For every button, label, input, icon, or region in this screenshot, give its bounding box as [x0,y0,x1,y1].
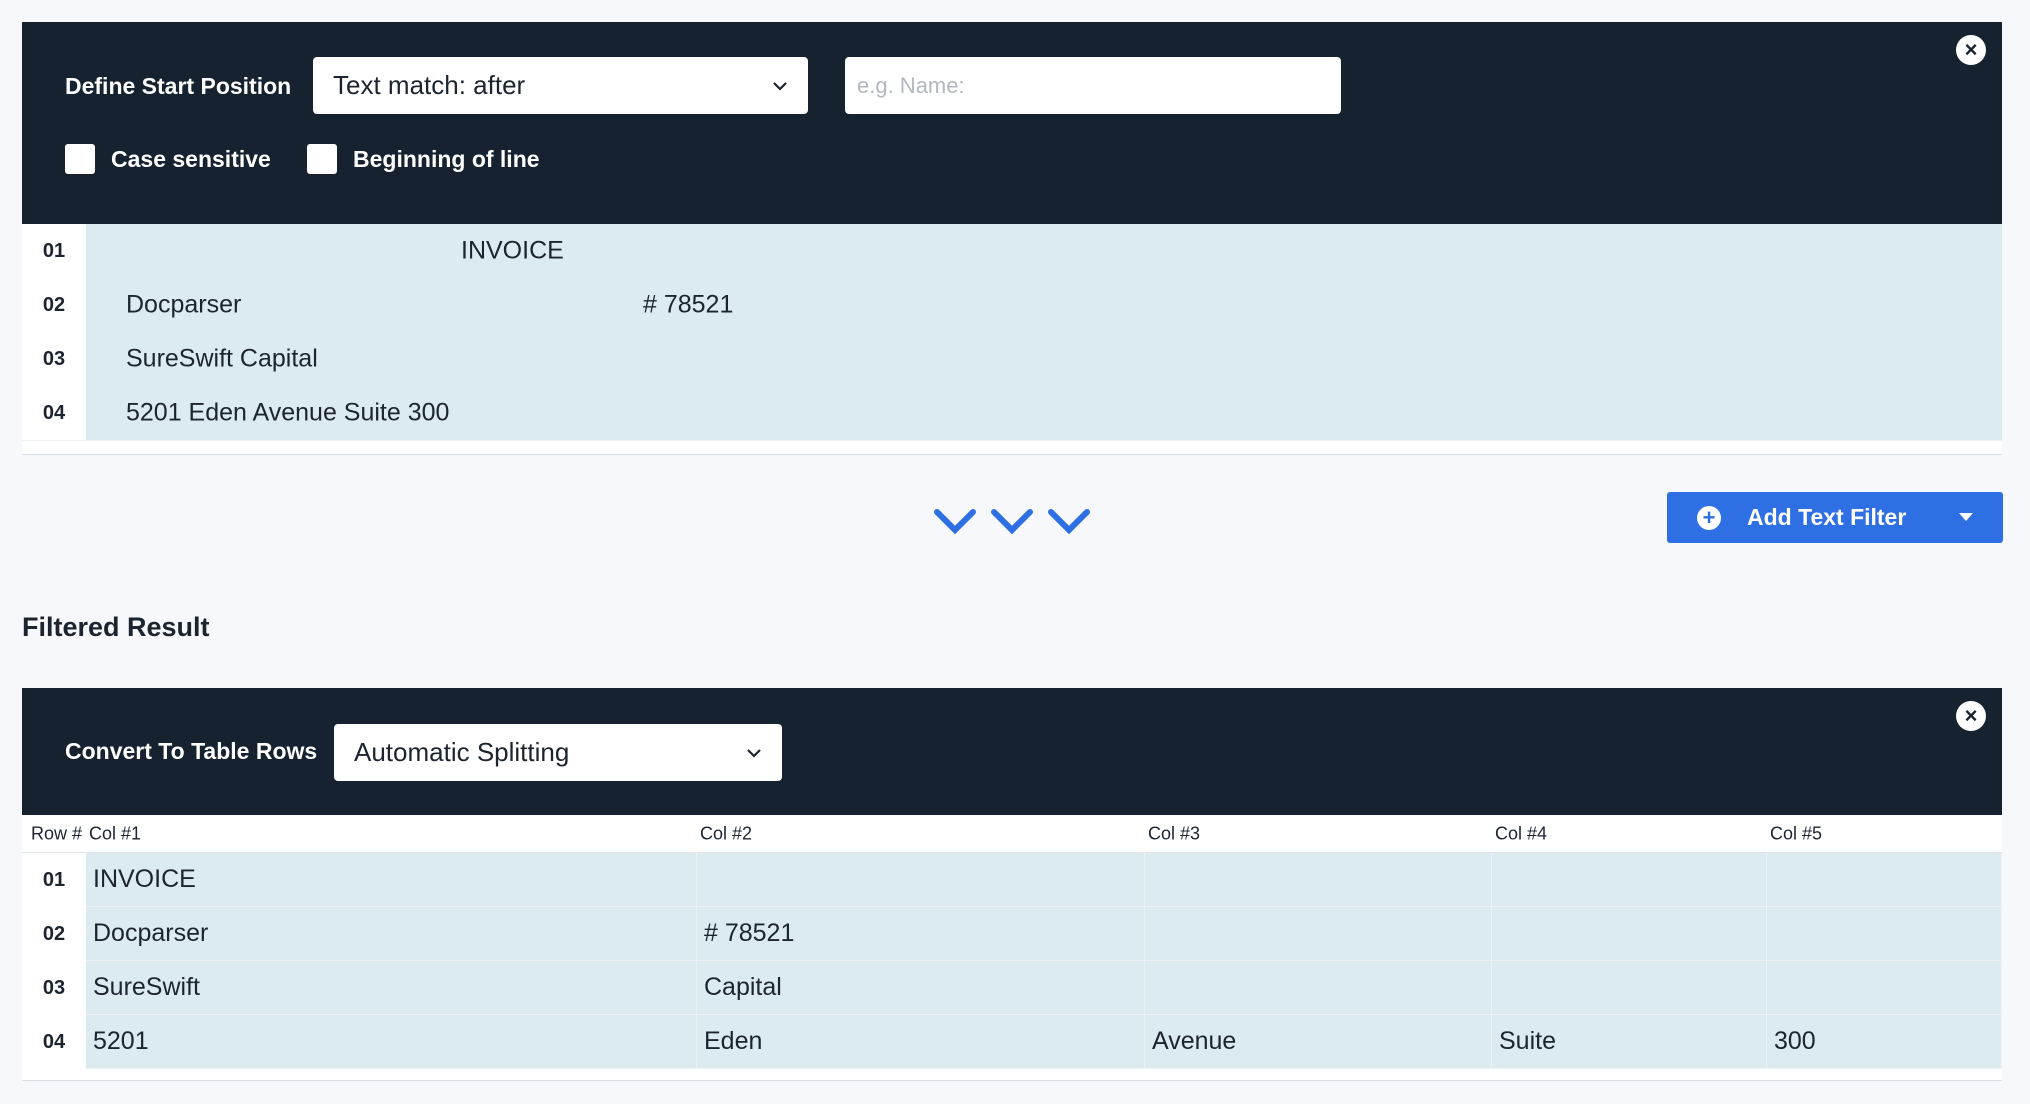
table-cell: Avenue [1145,1015,1492,1069]
caret-down-icon[interactable] [1959,513,1973,521]
column-header: Row # [31,823,83,843]
table-header: Row # Col #1 Col #2 Col #3 Col #4 Col #5 [22,815,2002,853]
chevron-down-icon [934,509,976,535]
match-type-value: Text match: after [333,70,526,100]
document-lines: 01 INVOICE 02 Docparser # 78521 03 SureS… [22,224,2002,455]
line-content: SureSwift Capital [86,332,2002,386]
line-text: # 78521 [643,290,734,319]
split-mode-select[interactable]: Automatic Splitting [334,724,782,781]
table-cell [1767,853,2002,907]
chevron-down-icon [747,748,761,758]
line-text: INVOICE [461,236,564,265]
case-sensitive-label: Case sensitive [111,145,271,172]
line-content: 5201 Eden Avenue Suite 300 [86,386,2002,440]
plus-circle-icon: + [1697,505,1721,530]
table-row: 04 5201 Eden Avenue Suite 300 [22,1015,2002,1069]
row-number: 02 [22,907,86,961]
add-text-filter-button[interactable]: + Add Text Filter [1667,492,2003,543]
match-text-input[interactable] [845,57,1341,114]
table-cell: INVOICE [86,853,697,907]
table-cell [1492,961,1767,1015]
convert-label: Convert To Table Rows [65,738,318,764]
define-start-panel: Define Start Position Text match: after … [22,22,2002,224]
column-header: Col #3 [1148,823,1201,843]
beginning-of-line-checkbox[interactable] [307,144,337,174]
table-cell [1145,907,1492,961]
line-row: 04 5201 Eden Avenue Suite 300 [22,386,2002,441]
table-cell [1145,853,1492,907]
table-cell [1492,907,1767,961]
table-cell [697,853,1145,907]
row-number: 04 [22,1015,86,1069]
table-cell [1767,961,2002,1015]
close-icon[interactable]: × [1956,701,1986,731]
table-cell: Suite [1492,1015,1767,1069]
close-icon[interactable]: × [1956,35,1986,65]
split-mode-value: Automatic Splitting [354,737,570,767]
line-row: 01 INVOICE [22,224,2002,279]
convert-panel: Convert To Table Rows Automatic Splittin… [22,688,2002,815]
beginning-of-line-label: Beginning of line [353,145,540,172]
line-text: SureSwift Capital [126,344,318,373]
add-text-filter-label: Add Text Filter [1747,504,1907,530]
column-header: Col #1 [89,823,142,843]
case-sensitive-checkbox[interactable] [65,144,95,174]
chevron-down-icon [1048,509,1090,535]
table-cell: 5201 [86,1015,697,1069]
line-number: 04 [22,386,86,440]
table-row: 02 Docparser # 78521 [22,907,2002,961]
column-header: Col #4 [1495,823,1548,843]
define-start-label: Define Start Position [65,73,292,99]
table-cell: SureSwift [86,961,697,1015]
case-sensitive-option[interactable]: Case sensitive [65,144,271,174]
column-header: Col #2 [700,823,753,843]
result-table: Row # Col #1 Col #2 Col #3 Col #4 Col #5… [22,815,2002,1081]
chevron-down-icon [991,509,1033,535]
line-content: Docparser # 78521 [86,278,2002,332]
table-cell: Eden [697,1015,1145,1069]
chevron-down-icon [773,81,787,91]
column-header: Col #5 [1770,823,1823,843]
line-number: 03 [22,332,86,386]
table-cell: 300 [1767,1015,2002,1069]
table-cell [1767,907,2002,961]
flow-chevrons [933,506,1091,536]
row-number: 03 [22,961,86,1015]
table-cell: # 78521 [697,907,1145,961]
table-cell: Capital [697,961,1145,1015]
filtered-result-title: Filtered Result [22,612,210,642]
line-text: 5201 Eden Avenue Suite 300 [126,398,450,427]
line-number: 02 [22,278,86,332]
line-text: Docparser [126,290,242,319]
table-row: 01 INVOICE [22,853,2002,907]
line-row: 02 Docparser # 78521 [22,278,2002,333]
table-cell [1492,853,1767,907]
match-type-select[interactable]: Text match: after [313,57,808,114]
line-number: 01 [22,224,86,278]
line-row: 03 SureSwift Capital [22,332,2002,387]
row-number: 01 [22,853,86,907]
table-cell: Docparser [86,907,697,961]
line-content: INVOICE [86,224,2002,278]
beginning-of-line-option[interactable]: Beginning of line [307,144,540,174]
table-row: 03 SureSwift Capital [22,961,2002,1015]
table-cell [1145,961,1492,1015]
